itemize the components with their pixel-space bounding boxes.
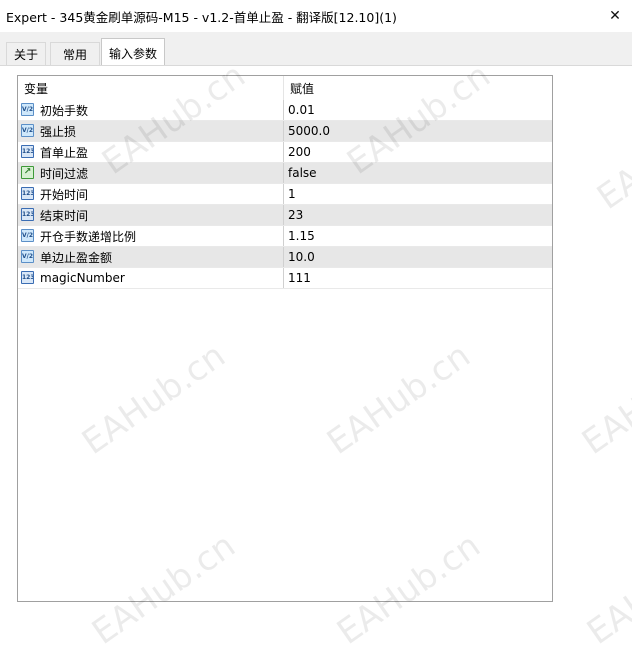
variable-name: 强止损 <box>40 124 77 139</box>
variable-cell: V/2 初始手数 <box>18 100 284 120</box>
column-header-variable[interactable]: 变量 <box>18 76 284 100</box>
variable-name: 开仓手数递增比例 <box>40 229 137 244</box>
table-row[interactable]: V/2 初始手数 0.01 <box>18 100 552 121</box>
value-cell[interactable]: 200 <box>284 142 552 162</box>
table-row[interactable]: 123 首单止盈 200 <box>18 142 552 163</box>
variable-cell: V/2 强止损 <box>18 121 284 141</box>
value-cell[interactable]: 111 <box>284 268 552 288</box>
tab-common[interactable]: 常用 <box>50 42 100 66</box>
variable-cell: 123 magicNumber <box>18 268 284 288</box>
tab-content: 变量 赋值 V/2 初始手数 0.01 V/2 强止损 5000.0 123 首单止盈 200 ↗… <box>0 65 632 602</box>
double-type-icon: V/2 <box>21 103 34 116</box>
variable-name: magicNumber <box>40 271 125 285</box>
bool-type-icon: ↗ <box>21 166 34 179</box>
variable-cell: 123 首单止盈 <box>18 142 284 162</box>
variable-cell: V/2 开仓手数递增比例 <box>18 226 284 246</box>
table-row[interactable]: V/2 开仓手数递增比例 1.15 <box>18 226 552 247</box>
column-header-value[interactable]: 赋值 <box>284 76 552 100</box>
double-type-icon: V/2 <box>21 250 34 263</box>
grid-rows: V/2 初始手数 0.01 V/2 强止损 5000.0 123 首单止盈 200 ↗ 时间过滤 fa… <box>18 100 552 289</box>
variable-cell: V/2 单边止盈金额 <box>18 247 284 267</box>
close-button[interactable]: ✕ <box>598 0 632 32</box>
tab-inputs[interactable]: 输入参数 <box>101 38 165 67</box>
table-row[interactable]: 123 开始时间 1 <box>18 184 552 205</box>
value-cell[interactable]: 10.0 <box>284 247 552 267</box>
grid-header: 变量 赋值 <box>18 76 552 100</box>
double-type-icon: V/2 <box>21 124 34 137</box>
value-cell[interactable]: 1.15 <box>284 226 552 246</box>
value-cell[interactable]: 23 <box>284 205 552 225</box>
variable-cell: ↗ 时间过滤 <box>18 163 284 183</box>
table-row[interactable]: ↗ 时间过滤 false <box>18 163 552 184</box>
variable-cell: 123 开始时间 <box>18 184 284 204</box>
int-type-icon: 123 <box>21 208 34 221</box>
title-bar: Expert - 345黄金刷单源码-M15 - v1.2-首单止盈 - 翻译版… <box>0 0 632 32</box>
variable-name: 结束时间 <box>40 208 89 223</box>
value-cell[interactable]: false <box>284 163 552 183</box>
table-row[interactable]: V/2 强止损 5000.0 <box>18 121 552 142</box>
value-cell[interactable]: 1 <box>284 184 552 204</box>
variable-name: 单边止盈金额 <box>40 250 113 265</box>
variable-name: 首单止盈 <box>40 145 89 160</box>
inputs-grid: 变量 赋值 V/2 初始手数 0.01 V/2 强止损 5000.0 123 首单止盈 200 ↗… <box>17 75 553 602</box>
table-row[interactable]: 123 结束时间 23 <box>18 205 552 226</box>
table-row[interactable]: V/2 单边止盈金额 10.0 <box>18 247 552 268</box>
table-row[interactable]: 123 magicNumber 111 <box>18 268 552 289</box>
value-cell[interactable]: 0.01 <box>284 100 552 120</box>
value-cell[interactable]: 5000.0 <box>284 121 552 141</box>
variable-name: 开始时间 <box>40 187 89 202</box>
variable-name: 时间过滤 <box>40 166 89 181</box>
window-title: Expert - 345黄金刷单源码-M15 - v1.2-首单止盈 - 翻译版… <box>6 10 397 25</box>
tab-bar: 关于 常用 输入参数 <box>0 32 632 67</box>
double-type-icon: V/2 <box>21 229 34 242</box>
int-type-icon: 123 <box>21 271 34 284</box>
variable-cell: 123 结束时间 <box>18 205 284 225</box>
tab-about[interactable]: 关于 <box>6 42 46 66</box>
close-icon: ✕ <box>609 8 621 24</box>
int-type-icon: 123 <box>21 187 34 200</box>
int-type-icon: 123 <box>21 145 34 158</box>
variable-name: 初始手数 <box>40 103 89 118</box>
